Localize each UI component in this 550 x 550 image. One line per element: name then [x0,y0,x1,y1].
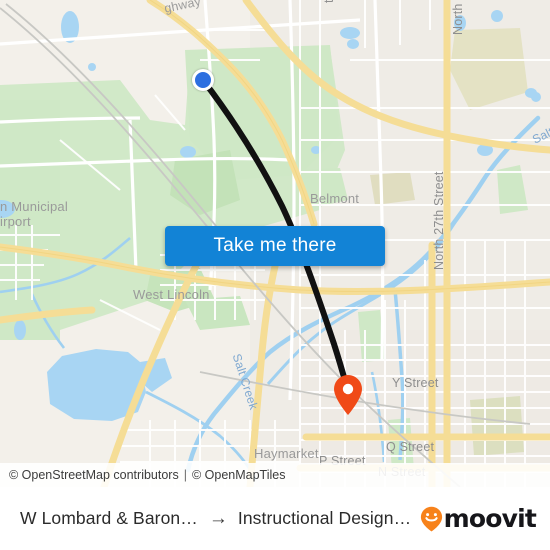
moovit-trip-map-screen: ghwaytreetNorth 27th StreetSaltBelmontn … [0,0,550,550]
trip-destination-label: Instructional Design Ce... [237,508,414,528]
destination-pin[interactable] [333,374,363,416]
moovit-wordmark: moovit [443,504,537,533]
take-me-there-button[interactable]: Take me there [165,226,385,266]
attribution-separator: | [183,468,187,482]
attribution-openmaptiles[interactable]: © OpenMapTiles [192,468,286,482]
trip-arrow-icon: → [208,508,228,529]
moovit-logo[interactable]: moovit [420,504,537,533]
trip-footer: W Lombard & Barons R... → Instructional … [0,487,550,550]
moovit-pin-icon [420,506,443,532]
map-canvas[interactable]: ghwaytreetNorth 27th StreetSaltBelmontn … [0,0,550,487]
trip-origin-label: W Lombard & Barons R... [20,508,199,528]
origin-dot[interactable] [192,69,214,91]
map-attribution: © OpenStreetMap contributors | © OpenMap… [0,463,550,487]
trip-summary: W Lombard & Barons R... → Instructional … [20,508,414,529]
attribution-osm[interactable]: © OpenStreetMap contributors [9,468,179,482]
